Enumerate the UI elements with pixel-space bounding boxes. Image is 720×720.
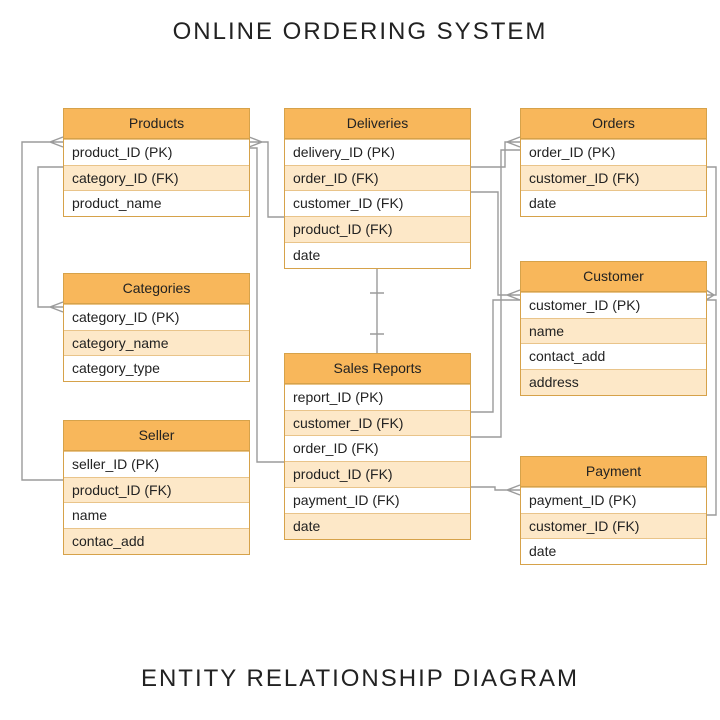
entity-deliveries-field: delivery_ID (PK) [285,139,470,165]
entity-deliveries-field: product_ID (FK) [285,216,470,242]
entity-deliveries-header: Deliveries [285,109,470,139]
entity-products: Products product_ID (PK) category_ID (FK… [63,108,250,217]
entity-deliveries-field: customer_ID (FK) [285,190,470,216]
entity-customer-field: address [521,369,706,395]
entity-payment: Payment payment_ID (PK) customer_ID (FK)… [520,456,707,565]
entity-deliveries-field: order_ID (FK) [285,165,470,191]
entity-orders: Orders order_ID (PK) customer_ID (FK) da… [520,108,707,217]
entity-seller-field: seller_ID (PK) [64,451,249,477]
entity-customer-field: name [521,318,706,344]
er-diagram-canvas: ONLINE ORDERING SYSTEM ENTITY RELATIONSH… [0,0,720,720]
entity-seller-header: Seller [64,421,249,451]
entity-sales-reports-field: order_ID (FK) [285,435,470,461]
entity-sales-reports-header: Sales Reports [285,354,470,384]
entity-customer-field: contact_add [521,343,706,369]
entity-payment-header: Payment [521,457,706,487]
entity-seller: Seller seller_ID (PK) product_ID (FK) na… [63,420,250,555]
entity-sales-reports-field: customer_ID (FK) [285,410,470,436]
entity-products-field: product_name [64,190,249,216]
entity-sales-reports-field: product_ID (FK) [285,461,470,487]
entity-seller-field: contac_add [64,528,249,554]
entity-orders-field: order_ID (PK) [521,139,706,165]
entity-payment-field: payment_ID (PK) [521,487,706,513]
entity-categories-header: Categories [64,274,249,304]
entity-deliveries: Deliveries delivery_ID (PK) order_ID (FK… [284,108,471,269]
entity-sales-reports-field: payment_ID (FK) [285,487,470,513]
entity-payment-field: date [521,538,706,564]
entity-orders-field: date [521,190,706,216]
entity-sales-reports: Sales Reports report_ID (PK) customer_ID… [284,353,471,540]
entity-sales-reports-field: report_ID (PK) [285,384,470,410]
entity-categories-field: category_type [64,355,249,381]
entity-seller-field: product_ID (FK) [64,477,249,503]
entity-customer: Customer customer_ID (PK) name contact_a… [520,261,707,396]
entity-products-field: category_ID (FK) [64,165,249,191]
entity-categories-field: category_ID (PK) [64,304,249,330]
entity-categories-field: category_name [64,330,249,356]
entity-orders-header: Orders [521,109,706,139]
page-title: ONLINE ORDERING SYSTEM [0,18,720,46]
entity-payment-field: customer_ID (FK) [521,513,706,539]
entity-customer-header: Customer [521,262,706,292]
entity-customer-field: customer_ID (PK) [521,292,706,318]
entity-sales-reports-field: date [285,513,470,539]
entity-orders-field: customer_ID (FK) [521,165,706,191]
entity-categories: Categories category_ID (PK) category_nam… [63,273,250,382]
entity-products-field: product_ID (PK) [64,139,249,165]
page-footer: ENTITY RELATIONSHIP DIAGRAM [0,665,720,693]
entity-products-header: Products [64,109,249,139]
entity-seller-field: name [64,502,249,528]
entity-deliveries-field: date [285,242,470,268]
